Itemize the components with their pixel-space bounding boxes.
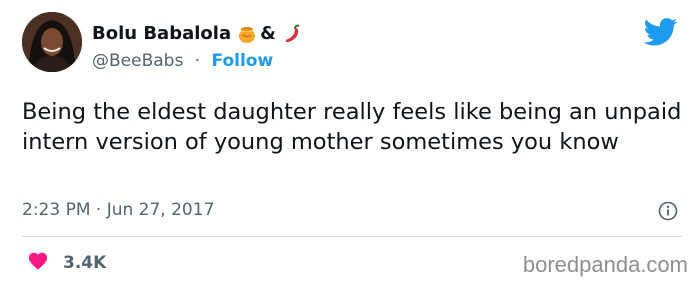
- like-button[interactable]: 3.4K: [27, 250, 106, 275]
- tweet-text: Being the eldest daughter really feels l…: [22, 99, 682, 155]
- handle-separator: ·: [194, 51, 201, 71]
- heart-icon: [27, 250, 49, 275]
- twitter-bird-icon[interactable]: [643, 18, 678, 50]
- ampersand: &: [260, 23, 276, 44]
- divider: [22, 236, 682, 237]
- follow-button[interactable]: Follow: [212, 51, 274, 71]
- author-name-row[interactable]: Bolu Babalola &: [92, 23, 302, 45]
- info-icon[interactable]: [658, 201, 678, 221]
- author-display-name[interactable]: Bolu Babalola: [92, 23, 231, 45]
- like-count: 3.4K: [63, 252, 107, 273]
- author-handle[interactable]: @BeeBabs: [92, 51, 183, 71]
- author-handle-row: @BeeBabs · Follow: [92, 50, 273, 72]
- avatar[interactable]: [22, 12, 82, 72]
- honey-pot-icon: [237, 24, 257, 44]
- watermark: boredpanda.com: [522, 252, 688, 277]
- tweet-timestamp[interactable]: 2:23 PM · Jun 27, 2017: [22, 199, 214, 221]
- hot-pepper-icon: [282, 24, 302, 44]
